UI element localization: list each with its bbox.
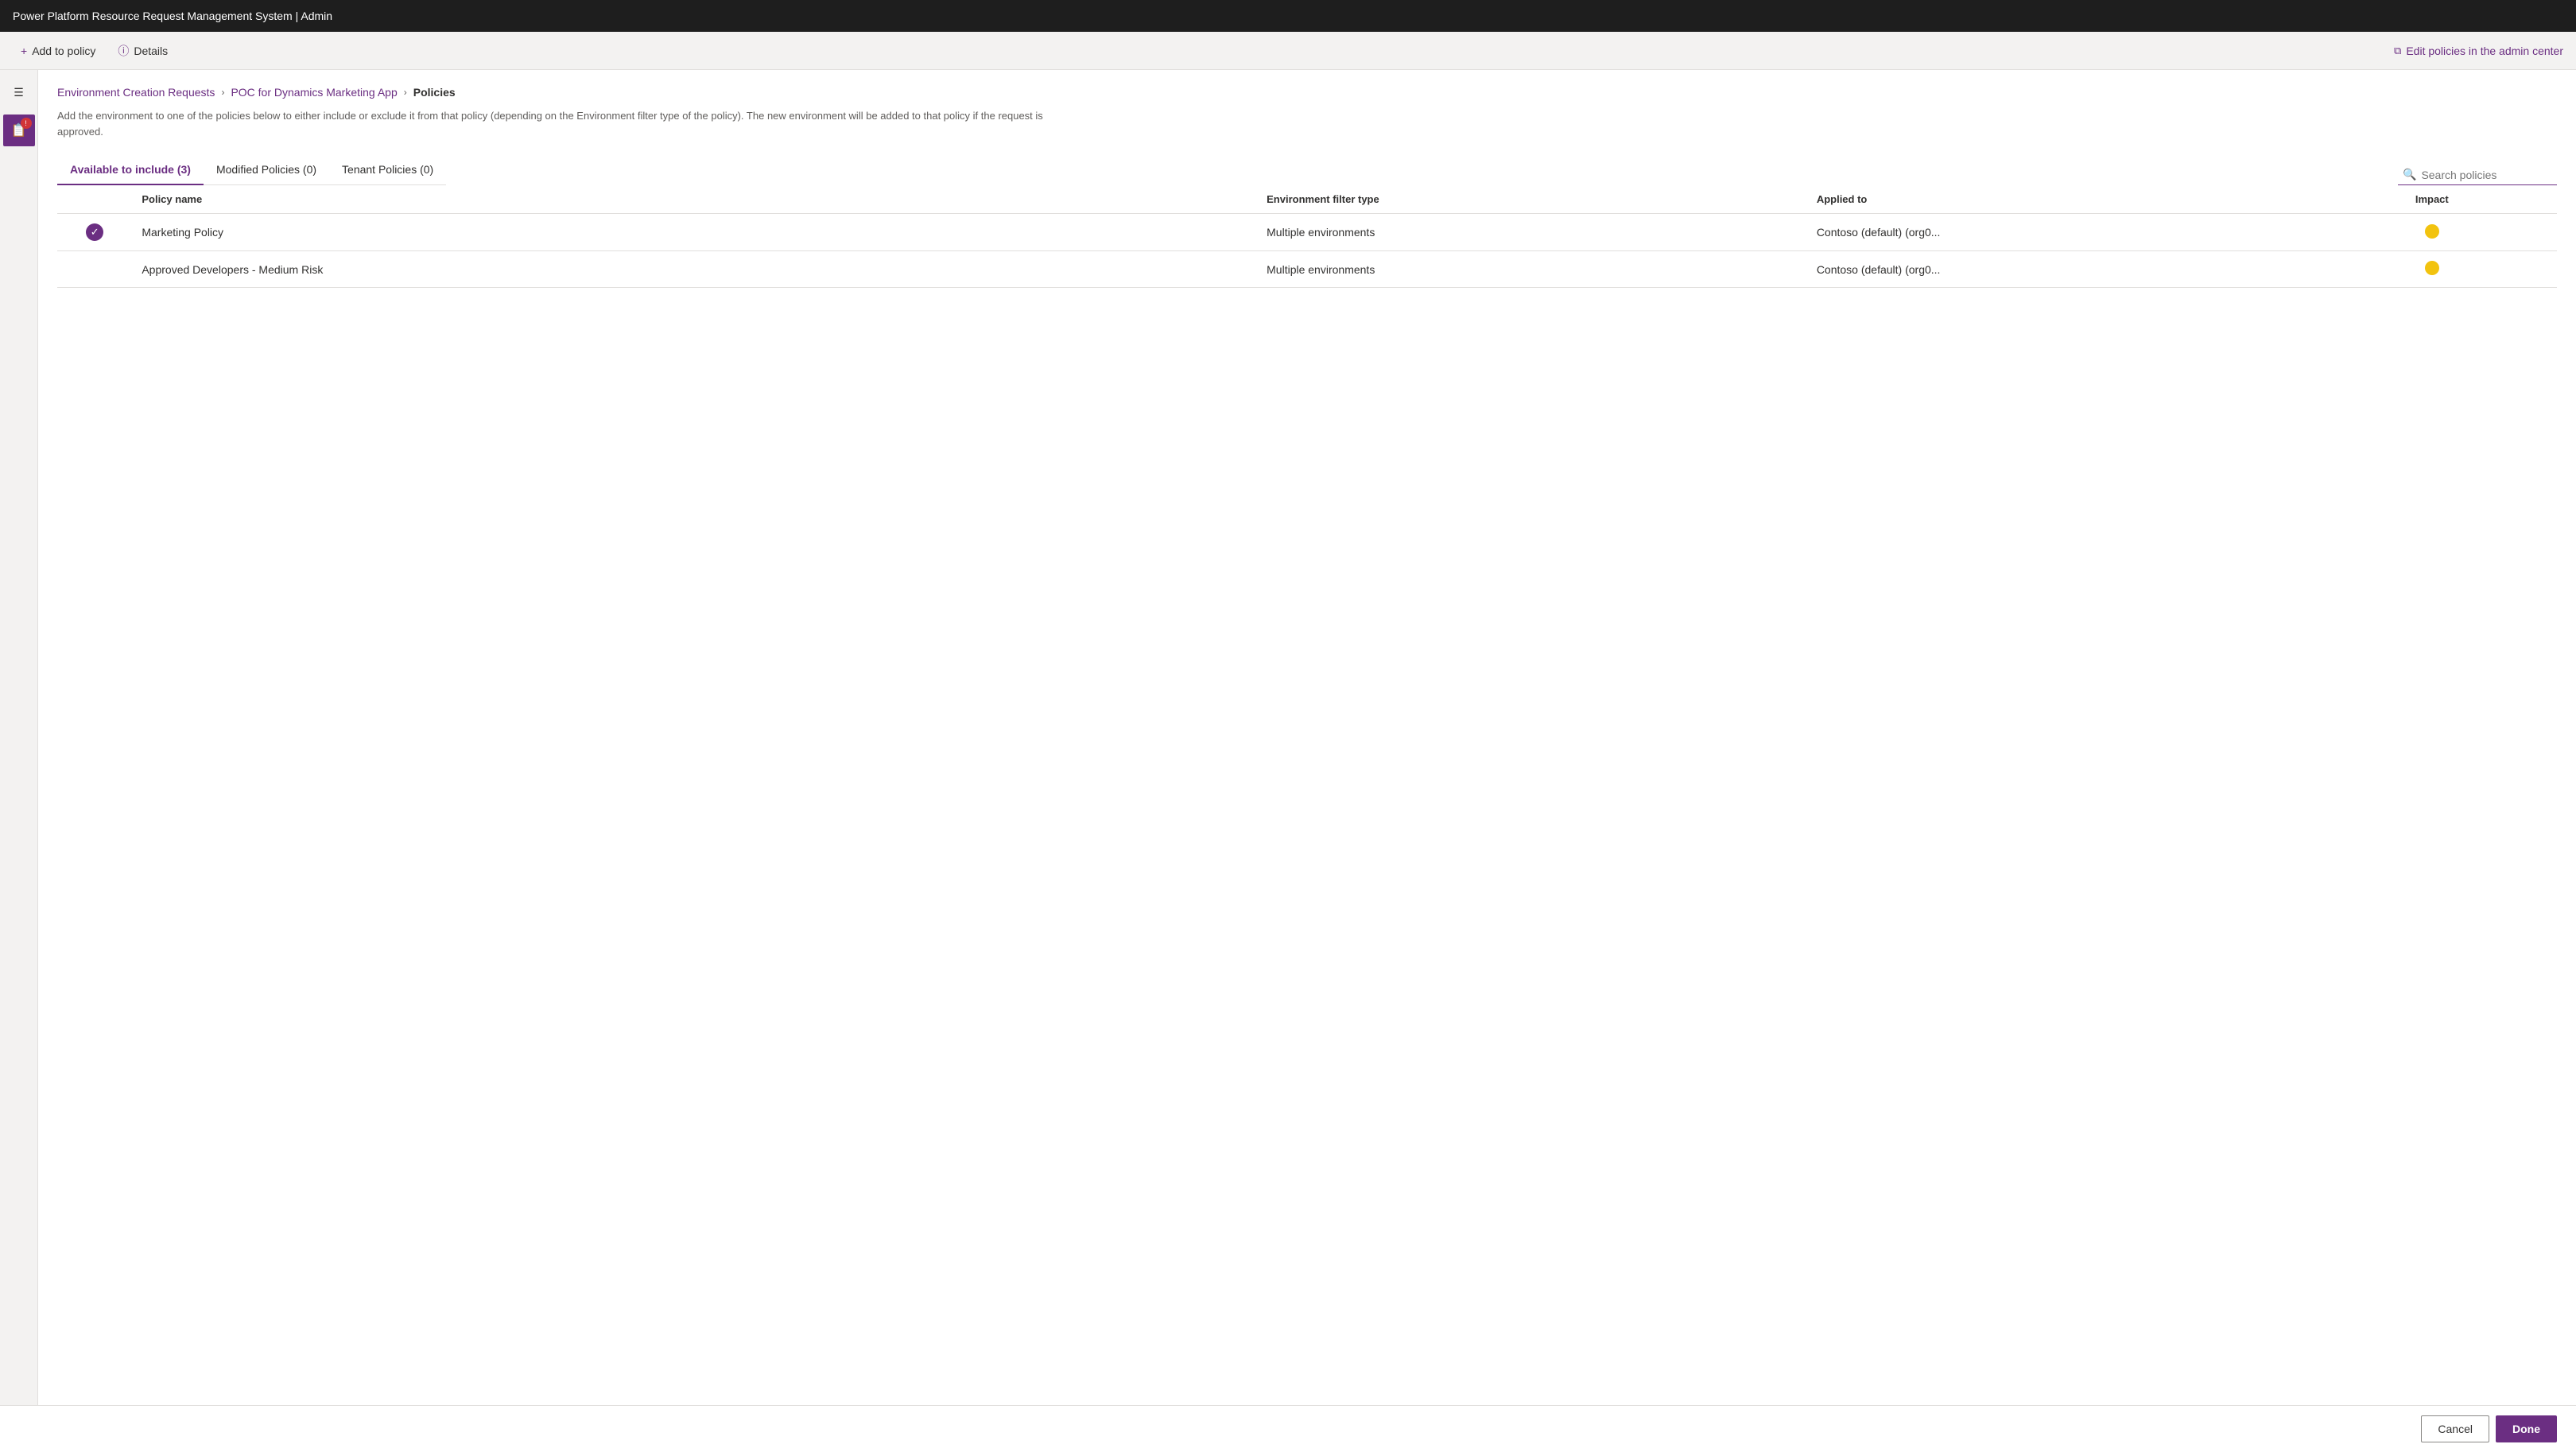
toolbar: + Add to policy ⓘ Details ⧉ Edit policie… xyxy=(0,32,2576,70)
search-input[interactable] xyxy=(2421,169,2548,181)
breadcrumb-item-2: Policies xyxy=(413,86,456,99)
row-check-cell[interactable]: ✓ xyxy=(57,214,132,251)
row-env-filter-type: Multiple environments xyxy=(1257,251,1807,288)
row-check-cell[interactable] xyxy=(57,251,132,288)
title-bar-text: Power Platform Resource Request Manageme… xyxy=(13,10,332,22)
breadcrumb-item-0[interactable]: Environment Creation Requests xyxy=(57,86,215,99)
col-header-impact: Impact xyxy=(2307,185,2557,214)
details-label: Details xyxy=(134,45,168,57)
hamburger-icon: ☰ xyxy=(14,86,24,99)
tabs: Available to include (3) Modified Polici… xyxy=(57,155,446,185)
row-impact xyxy=(2307,251,2557,288)
search-box: 🔍 xyxy=(2398,165,2557,185)
bottom-bar: Cancel Done xyxy=(0,1405,2576,1452)
row-impact xyxy=(2307,214,2557,251)
row-policy-name: Approved Developers - Medium Risk xyxy=(132,251,1257,288)
external-link-icon: ⧉ xyxy=(2394,45,2401,57)
page-description: Add the environment to one of the polici… xyxy=(57,108,1091,139)
edit-policies-label: Edit policies in the admin center xyxy=(2406,45,2563,57)
search-icon: 🔍 xyxy=(2403,168,2416,181)
info-icon: ⓘ xyxy=(118,43,129,59)
nav-badge: ! xyxy=(21,118,32,129)
table-row[interactable]: Approved Developers - Medium RiskMultipl… xyxy=(57,251,2557,288)
table-header-row: Policy name Environment filter type Appl… xyxy=(57,185,2557,214)
hamburger-menu-button[interactable]: ☰ xyxy=(3,76,35,108)
row-env-filter-type: Multiple environments xyxy=(1257,214,1807,251)
cancel-button[interactable]: Cancel xyxy=(2421,1415,2489,1442)
impact-dot-icon xyxy=(2425,224,2439,239)
details-button[interactable]: ⓘ Details xyxy=(110,38,176,64)
breadcrumb-sep-1: › xyxy=(404,87,407,98)
sidebar: ☰ 📋 ! xyxy=(0,70,38,1452)
tab-modified[interactable]: Modified Policies (0) xyxy=(204,155,329,185)
breadcrumb-item-1[interactable]: POC for Dynamics Marketing App xyxy=(231,86,397,99)
policy-table: Policy name Environment filter type Appl… xyxy=(57,185,2557,1436)
title-bar: Power Platform Resource Request Manageme… xyxy=(0,0,2576,32)
main-layout: ☰ 📋 ! Environment Creation Requests › PO… xyxy=(0,70,2576,1452)
add-to-policy-button[interactable]: + Add to policy xyxy=(13,40,103,62)
impact-dot-icon xyxy=(2425,261,2439,275)
tab-available[interactable]: Available to include (3) xyxy=(57,155,204,185)
col-header-policy-name: Policy name xyxy=(132,185,1257,214)
table-row[interactable]: ✓ Marketing PolicyMultiple environmentsCo… xyxy=(57,214,2557,251)
add-to-policy-label: Add to policy xyxy=(32,45,95,57)
col-header-applied-to: Applied to xyxy=(1807,185,2307,214)
sidebar-nav-item-requests[interactable]: 📋 ! xyxy=(3,115,35,146)
row-applied-to: Contoso (default) (org0... xyxy=(1807,214,2307,251)
col-header-env-filter: Environment filter type xyxy=(1257,185,1807,214)
breadcrumb: Environment Creation Requests › POC for … xyxy=(57,86,2557,99)
edit-policies-link[interactable]: ⧉ Edit policies in the admin center xyxy=(2394,45,2563,57)
breadcrumb-sep-0: › xyxy=(221,87,224,98)
check-circle-icon: ✓ xyxy=(86,223,103,241)
done-button[interactable]: Done xyxy=(2496,1415,2557,1442)
col-header-check xyxy=(57,185,132,214)
row-applied-to: Contoso (default) (org0... xyxy=(1807,251,2307,288)
row-policy-name: Marketing Policy xyxy=(132,214,1257,251)
content-area: Environment Creation Requests › POC for … xyxy=(38,70,2576,1452)
tab-tenant[interactable]: Tenant Policies (0) xyxy=(329,155,446,185)
plus-icon: + xyxy=(21,45,27,57)
